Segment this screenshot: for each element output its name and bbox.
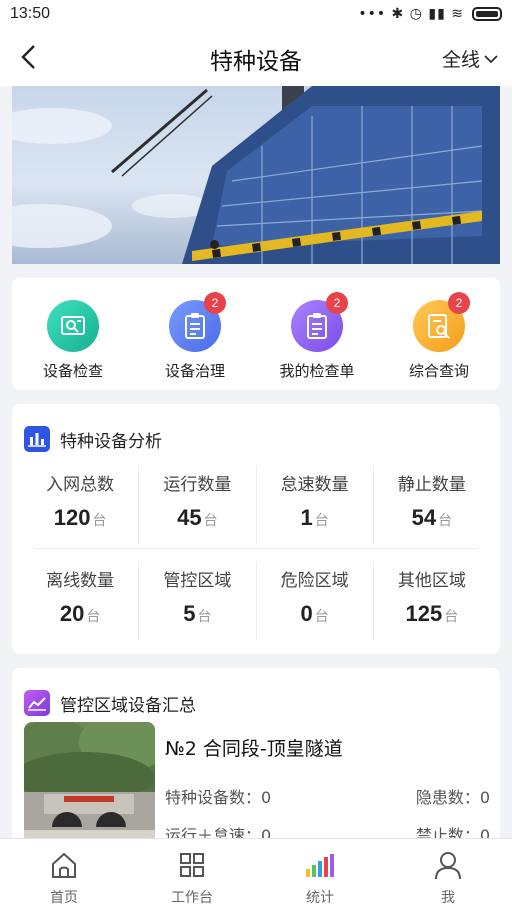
stat-total-online[interactable]: 入网总数 120 台 xyxy=(22,466,140,544)
quick-item-label: 设备检查 xyxy=(42,362,103,380)
page-title: 特种设备 xyxy=(210,49,302,75)
tab-label: 统计 xyxy=(306,890,334,906)
stat-label: 其他区域 xyxy=(397,571,466,591)
stat-value: 0 xyxy=(300,601,313,626)
quick-item-comprehensive-query[interactable]: 2 综合查询 xyxy=(378,278,500,390)
nav-bar: 特种设备 全线 xyxy=(0,28,512,86)
quick-menu: 设备检查 2 设备治理 2 我的检查单 2 综合查询 xyxy=(12,278,500,390)
region-summary-title: 管控区域设备汇总 xyxy=(60,695,196,716)
tab-label: 工作台 xyxy=(171,890,213,906)
bottom-tab-bar: 首页 工作台 统计 我 xyxy=(0,838,512,909)
stat-idle[interactable]: 怠速数量 1台 xyxy=(257,466,374,544)
quick-item-label: 我的检查单 xyxy=(279,362,355,380)
stat-unit: 台 xyxy=(86,609,101,625)
region-summary-card: 管控区域设备汇总 №2 合同段-顶皇隧道 特种设备数：0 隐患数：0 运行＋怠速… xyxy=(12,668,500,848)
region-summary-header: 管控区域设备汇总 xyxy=(12,668,500,716)
stat-label: 管控区域 xyxy=(163,571,232,591)
stat-value: 125 xyxy=(405,601,443,626)
line-selector-dropdown[interactable]: 全线 xyxy=(442,45,498,72)
quick-item-label: 设备治理 xyxy=(164,362,225,380)
stat-unit: 台 xyxy=(92,513,107,529)
tab-label: 首页 xyxy=(50,890,78,906)
stat-unit: 台 xyxy=(314,513,329,529)
notification-badge: 2 xyxy=(326,292,348,314)
stat-value: 45 xyxy=(177,505,202,530)
chevron-down-icon xyxy=(484,54,498,63)
banner-carousel[interactable] xyxy=(12,86,500,264)
stat-label: 运行数量 xyxy=(163,475,232,495)
analysis-card: 特种设备分析 入网总数 120 台 运行数量 45 台 怠速数量 1台 静止数量 5… xyxy=(12,404,500,654)
stat-unit: 台 xyxy=(444,609,459,625)
status-icons: ••• ✱ ◷ ▮▮ ≋ xyxy=(358,6,502,22)
stat-unit: 台 xyxy=(438,513,453,529)
divider xyxy=(34,548,478,549)
analysis-header: 特种设备分析 xyxy=(12,404,500,452)
hazard-count: 隐患数：0 xyxy=(415,788,490,807)
stat-label: 危险区域 xyxy=(280,571,349,591)
stat-other-area[interactable]: 其他区域 125 台 xyxy=(374,562,490,640)
stat-stationary[interactable]: 静止数量 54 台 xyxy=(374,466,490,544)
status-time: 13:50 xyxy=(10,5,51,22)
tab-label: 我 xyxy=(441,890,455,906)
notification-badge: 2 xyxy=(448,292,470,314)
battery-icon xyxy=(472,7,502,21)
stat-row: 入网总数 120 台 运行数量 45 台 怠速数量 1台 静止数量 54 台 xyxy=(22,466,490,544)
stat-label: 怠速数量 xyxy=(280,475,349,495)
grid-icon xyxy=(176,849,208,881)
carousel-dot-active[interactable] xyxy=(210,240,219,249)
region-name[interactable]: №2 合同段-顶皇隧道 xyxy=(165,734,343,761)
stat-value: 120 xyxy=(53,505,91,530)
tab-statistics[interactable]: 统计 xyxy=(256,839,384,909)
colorful-bars-icon xyxy=(304,849,336,881)
user-icon xyxy=(432,849,464,881)
stat-unit: 台 xyxy=(203,513,218,529)
device-check-icon xyxy=(47,300,99,352)
stat-label: 入网总数 xyxy=(46,475,115,495)
tunnel-entrance-photo[interactable] xyxy=(24,722,155,848)
line-selector-label: 全线 xyxy=(441,49,480,71)
stat-running[interactable]: 运行数量 45 台 xyxy=(139,466,257,544)
quick-item-my-checklist[interactable]: 2 我的检查单 xyxy=(256,278,378,390)
stat-value: 54 xyxy=(411,505,437,530)
stat-controlled-area[interactable]: 管控区域 5台 xyxy=(139,562,257,640)
stat-unit: 台 xyxy=(197,609,212,625)
stat-value: 20 xyxy=(59,601,85,626)
stat-value: 1 xyxy=(300,505,313,530)
stat-value: 5 xyxy=(183,601,196,626)
stat-label: 离线数量 xyxy=(46,571,115,591)
stat-danger-area[interactable]: 危险区域 0台 xyxy=(257,562,374,640)
special-device-count: 特种设备数：0 xyxy=(165,788,272,807)
bar-chart-icon xyxy=(24,426,50,452)
status-bar: 13:50 ••• ✱ ◷ ▮▮ ≋ xyxy=(0,0,512,28)
stat-row: 离线数量 20 台 管控区域 5台 危险区域 0台 其他区域 125 台 xyxy=(22,562,490,640)
construction-photo xyxy=(12,86,500,264)
tab-me[interactable]: 我 xyxy=(384,839,512,909)
stat-unit: 台 xyxy=(314,609,329,625)
stat-offline[interactable]: 离线数量 20 台 xyxy=(22,562,140,640)
quick-item-device-check[interactable]: 设备检查 xyxy=(12,278,134,390)
quick-item-label: 综合查询 xyxy=(408,362,469,380)
home-icon xyxy=(48,849,80,881)
analysis-title: 特种设备分析 xyxy=(60,431,162,452)
stat-label: 静止数量 xyxy=(397,475,466,495)
tab-workbench[interactable]: 工作台 xyxy=(128,839,256,909)
trend-chart-icon xyxy=(24,690,50,716)
quick-item-device-governance[interactable]: 2 设备治理 xyxy=(134,278,256,390)
tab-home[interactable]: 首页 xyxy=(0,839,128,909)
status-indicator-icons: ••• ✱ ◷ ▮▮ ≋ xyxy=(358,6,464,22)
notification-badge: 2 xyxy=(204,292,226,314)
